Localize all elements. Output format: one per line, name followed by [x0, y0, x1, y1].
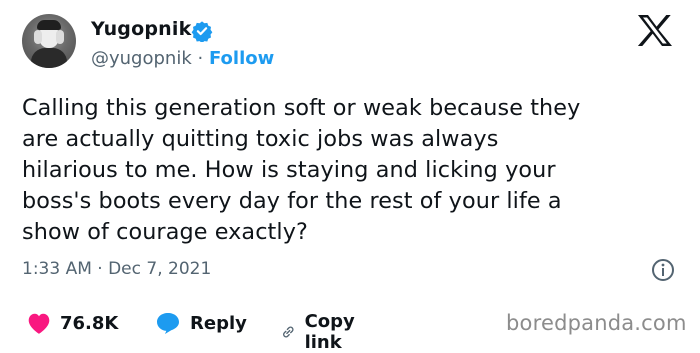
- x-logo-icon[interactable]: [637, 14, 673, 47]
- avatar-hand-left: [34, 30, 42, 44]
- reply-bubble-icon: [157, 313, 179, 334]
- follow-button[interactable]: Follow: [209, 48, 274, 69]
- reply-button[interactable]: Reply: [154, 311, 247, 335]
- info-icon[interactable]: [651, 258, 675, 282]
- tweet-text: Calling this generation soft or weak bec…: [22, 95, 581, 245]
- tweet-timestamp[interactable]: 1:33 AM · Dec 7, 2021: [22, 259, 211, 279]
- avatar-hand-right: [56, 30, 64, 44]
- copy-link-button[interactable]: Copy link: [280, 311, 364, 353]
- like-button[interactable]: 76.8K: [26, 311, 118, 335]
- copy-link-label: Copy link: [304, 311, 355, 353]
- author-handle[interactable]: @yugopnik: [91, 48, 192, 69]
- avatar[interactable]: [22, 14, 76, 68]
- avatar-hair: [37, 20, 61, 30]
- author-name[interactable]: Yugopnik: [91, 18, 191, 40]
- watermark: boredpanda.com: [506, 311, 687, 335]
- reply-label: Reply: [190, 312, 247, 334]
- handle-line: @yugopnik · Follow: [91, 48, 274, 69]
- verified-badge-icon: [191, 21, 213, 42]
- like-count: 76.8K: [60, 312, 119, 334]
- heart-icon: [28, 313, 50, 334]
- avatar-body: [31, 48, 67, 68]
- link-icon: [283, 326, 294, 338]
- handle-separator: ·: [197, 48, 204, 69]
